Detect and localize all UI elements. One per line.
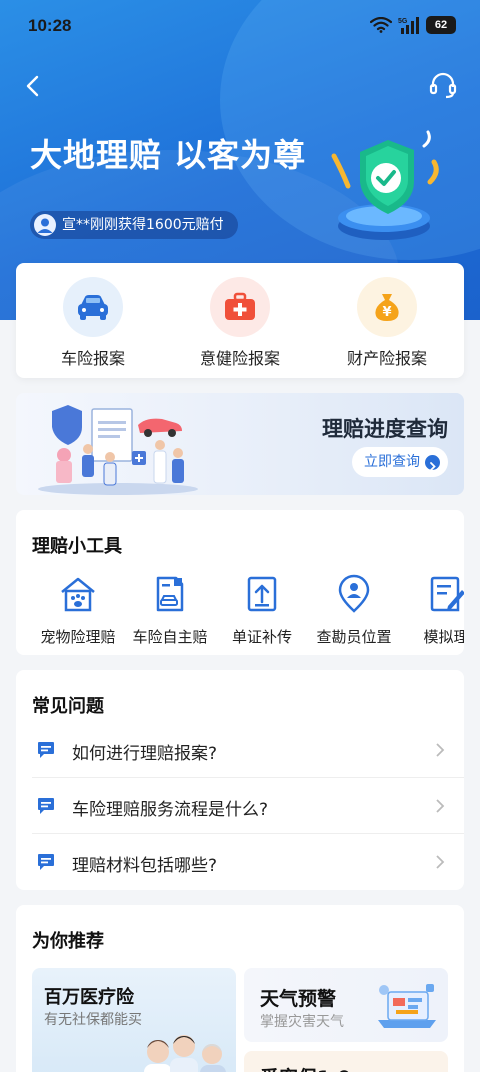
chevron-right-icon xyxy=(436,855,445,869)
svg-text:5G: 5G xyxy=(398,18,408,25)
money-bag-icon: ¥ xyxy=(375,294,399,321)
wifi-icon xyxy=(370,17,392,33)
report-health-label: 意健险报案 xyxy=(199,349,280,368)
faq-item[interactable]: 车险理赔服务流程是什么? xyxy=(32,778,464,834)
rec-card-medical[interactable]: 百万医疗险 有无社保都能买 xyxy=(32,968,236,1072)
simulate-edit-icon xyxy=(430,576,464,612)
tool-simulate-claim-label: 模拟理 xyxy=(423,628,464,646)
chevron-right-icon xyxy=(436,799,445,813)
rec-card-weather[interactable]: 天气预警 掌握灾害天气 xyxy=(244,968,448,1042)
tool-surveyor-location-label: 查勘员位置 xyxy=(316,628,392,646)
faq-item[interactable]: 如何进行理赔报案? xyxy=(32,722,464,778)
tool-pet-claim[interactable]: 宠物险理赔 xyxy=(32,574,124,647)
report-card: 车险报案 意健险报案 ¥ 财产险报案 xyxy=(16,263,464,378)
customer-service-button[interactable] xyxy=(426,68,460,102)
ticker-text: 宣**刚刚获得1600元赔付 xyxy=(62,217,224,233)
rec-card-title: 天气预警 xyxy=(260,988,337,1010)
upload-document-icon xyxy=(247,576,277,612)
status-icons: 5G 62 xyxy=(370,16,456,34)
recommend-title: 为你推荐 xyxy=(32,931,104,952)
report-health-icon-wrap xyxy=(210,277,270,337)
chat-bubble-icon xyxy=(38,854,54,870)
car-icon xyxy=(78,295,108,320)
weather-alert-icon xyxy=(378,984,436,1028)
tools-title: 理赔小工具 xyxy=(32,536,122,557)
family-illustration xyxy=(144,1035,226,1072)
faq-item[interactable]: 理赔材料包括哪些? xyxy=(32,834,464,890)
car-document-icon xyxy=(156,576,184,612)
status-time: 10:28 xyxy=(28,16,72,35)
rec-card-title: 百万医疗险 xyxy=(44,987,134,1008)
tool-car-self-claim-label: 车险自主赔 xyxy=(132,628,208,646)
report-property[interactable]: ¥ 财产险报案 xyxy=(322,277,452,369)
payout-ticker: 宣**刚刚获得1600元赔付 xyxy=(30,211,238,239)
chevron-right-icon xyxy=(436,743,445,757)
faq-title: 常见问题 xyxy=(32,696,104,717)
tool-document-upload-label: 单证补传 xyxy=(231,628,292,646)
avatar xyxy=(34,214,56,236)
headset-icon xyxy=(429,72,457,99)
rec-card-title: 爱宠保1.0 xyxy=(260,1063,351,1072)
rec-card-pet[interactable]: 爱宠保1.0 xyxy=(244,1051,448,1072)
report-car-icon-wrap xyxy=(63,277,123,337)
claim-progress-banner[interactable]: 理赔进度查询 立即查询 xyxy=(16,393,464,495)
report-accident-health[interactable]: 意健险报案 xyxy=(175,277,305,369)
faq-section: 常见问题 如何进行理赔报案? 车险理赔服务流程是什么? 理赔材料包括哪些? xyxy=(16,670,464,890)
tool-surveyor-location[interactable]: 查勘员位置 xyxy=(308,574,400,647)
recommend-section: 为你推荐 百万医疗险 有无社保都能买 天气预警 掌握灾害天气 xyxy=(16,905,464,1072)
query-now-button[interactable]: 立即查询 xyxy=(352,447,448,477)
battery-indicator: 62 xyxy=(426,16,456,34)
tool-car-self-claim[interactable]: 车险自主赔 xyxy=(124,574,216,647)
report-property-label: 财产险报案 xyxy=(346,349,427,368)
hero-title: 大地理赔 以客为尊 xyxy=(30,136,307,174)
svg-text:¥: ¥ xyxy=(382,305,391,320)
back-button[interactable] xyxy=(16,70,48,102)
chat-bubble-icon xyxy=(38,798,54,814)
banner-title: 理赔进度查询 xyxy=(322,417,448,441)
pet-house-icon xyxy=(61,577,95,612)
signal-icon: 5G xyxy=(398,17,419,34)
chevron-left-icon xyxy=(26,75,39,97)
tool-pet-claim-label: 宠物险理赔 xyxy=(40,628,116,646)
report-property-icon-wrap: ¥ xyxy=(357,277,417,337)
chat-bubble-icon xyxy=(38,742,54,758)
claim-illustration xyxy=(38,405,198,495)
status-bar: 10:28 5G 62 xyxy=(0,0,480,56)
rec-card-subtitle: 掌握灾害天气 xyxy=(260,1014,344,1030)
report-car-label: 车险报案 xyxy=(60,349,125,368)
shield-check-icon xyxy=(331,130,439,240)
tool-document-upload[interactable]: 单证补传 xyxy=(216,574,308,647)
tool-simulate-claim[interactable]: 模拟理 xyxy=(400,574,464,647)
faq-question: 车险理赔服务流程是什么? xyxy=(72,800,269,820)
faq-question: 如何进行理赔报案? xyxy=(72,744,218,764)
query-now-label: 立即查询 xyxy=(364,454,420,470)
chevron-right-circle-icon xyxy=(425,455,440,471)
report-car[interactable]: 车险报案 xyxy=(28,277,158,369)
faq-question: 理赔材料包括哪些? xyxy=(72,856,218,876)
user-icon xyxy=(37,218,53,233)
medical-kit-icon xyxy=(225,292,255,320)
location-person-icon xyxy=(338,574,370,613)
claim-tools-section: 理赔小工具 宠物险理赔 车险自主赔 单证补传 查勘员位置 模拟理 xyxy=(16,510,464,655)
